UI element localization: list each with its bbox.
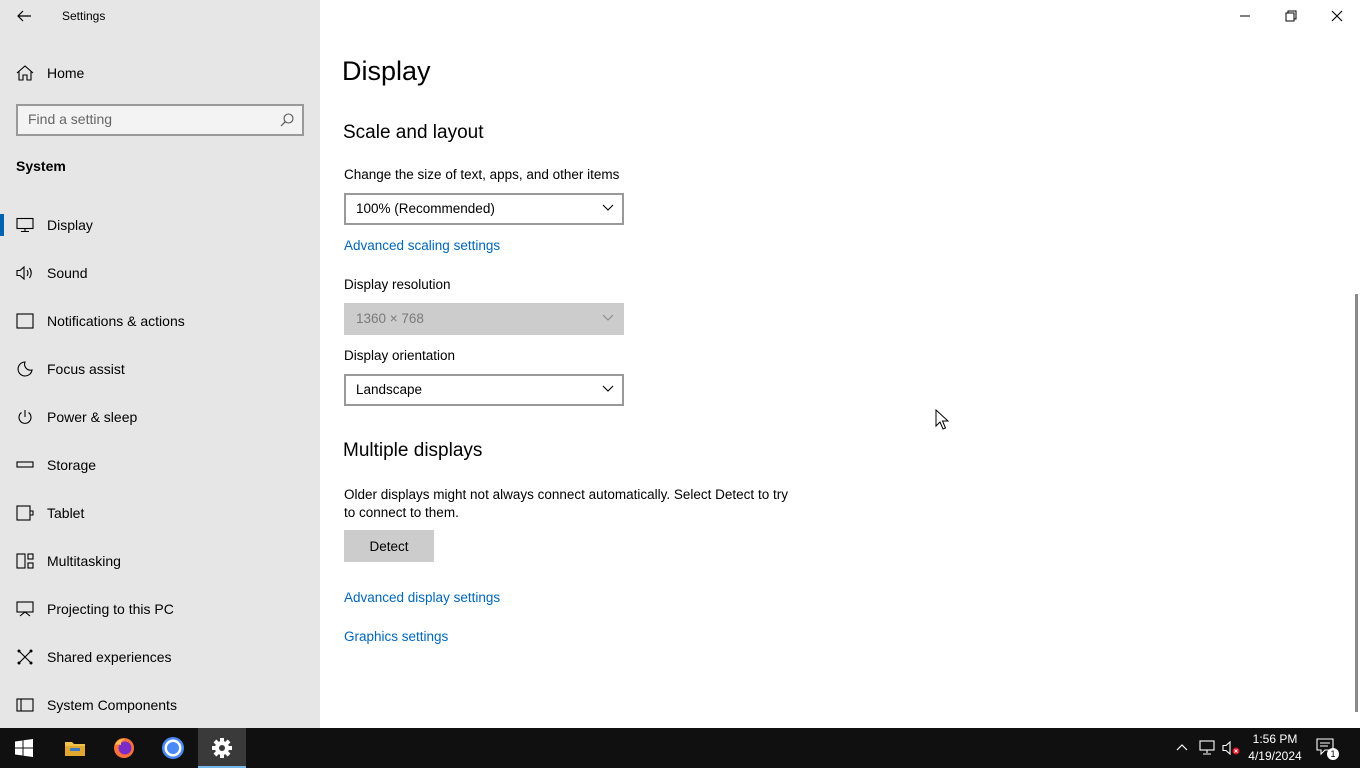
sidebar-item-notifications[interactable]: Notifications & actions [0, 301, 320, 341]
taskbar-settings[interactable] [198, 728, 246, 768]
sidebar-item-projecting[interactable]: Projecting to this PC [0, 589, 320, 629]
notification-icon [16, 313, 34, 329]
taskbar: 1:56 PM 4/19/2024 1 [0, 728, 1360, 768]
advanced-scaling-link[interactable]: Advanced scaling settings [344, 238, 500, 253]
taskbar-file-explorer[interactable] [51, 728, 99, 768]
monitor-icon [16, 217, 34, 233]
sidebar-item-label: Tablet [47, 505, 85, 521]
sidebar-item-focus-assist[interactable]: Focus assist [0, 349, 320, 389]
advanced-display-link[interactable]: Advanced display settings [344, 590, 500, 605]
speaker-icon [16, 265, 32, 281]
home-nav[interactable]: Home [0, 58, 320, 88]
sidebar-item-shared-experiences[interactable]: Shared experiences [0, 637, 320, 677]
start-button[interactable] [0, 728, 48, 768]
sidebar-item-label: Display [47, 217, 93, 233]
resolution-dropdown[interactable]: 1360 × 768 [344, 303, 624, 335]
sidebar-item-label: Storage [47, 457, 97, 473]
components-icon [16, 698, 34, 712]
tablet-icon [16, 505, 34, 521]
action-center-button[interactable]: 1 [1316, 738, 1340, 760]
resolution-value: 1360 × 768 [356, 311, 424, 326]
sidebar: Settings Home System Display Sound Notif [0, 0, 320, 728]
sidebar-item-sound[interactable]: Sound [0, 253, 320, 293]
close-icon [1331, 10, 1343, 22]
sidebar-item-label: System Components [47, 697, 177, 713]
mouse-cursor-icon [935, 409, 949, 430]
minimize-icon [1240, 15, 1250, 17]
search-icon[interactable] [280, 113, 294, 127]
search-input[interactable] [28, 111, 268, 127]
search-box[interactable] [16, 104, 304, 136]
scale-value: 100% (Recommended) [356, 201, 495, 216]
network-icon[interactable] [1198, 740, 1216, 756]
taskbar-firefox[interactable] [100, 728, 148, 768]
sidebar-item-label: Focus assist [47, 361, 125, 377]
clock-time: 1:56 PM [1252, 732, 1298, 746]
sidebar-item-label: Shared experiences [47, 649, 172, 665]
orientation-dropdown[interactable]: Landscape [344, 374, 624, 406]
chevron-down-icon [602, 204, 614, 211]
sidebar-item-label: Projecting to this PC [47, 601, 174, 617]
firefox-icon [114, 738, 134, 758]
taskbar-chrome[interactable] [149, 728, 197, 768]
chevron-down-icon [602, 385, 614, 392]
restore-button[interactable] [1268, 0, 1314, 32]
moon-icon [17, 361, 33, 377]
start-icon [15, 739, 33, 757]
minimize-button[interactable] [1222, 0, 1268, 32]
chevron-down-icon [602, 314, 614, 321]
storage-icon [16, 461, 34, 468]
sidebar-item-label: Notifications & actions [47, 313, 185, 329]
power-icon [18, 410, 32, 424]
sidebar-item-display[interactable]: Display [0, 205, 320, 245]
shared-icon [17, 649, 33, 665]
sidebar-item-label: Power & sleep [47, 409, 138, 425]
sidebar-item-power-sleep[interactable]: Power & sleep [0, 397, 320, 437]
volume-muted-icon[interactable] [1222, 740, 1240, 756]
page-title: Display [342, 56, 431, 86]
multiple-displays-heading: Multiple displays [343, 440, 483, 461]
sidebar-item-multitasking[interactable]: Multitasking [0, 541, 320, 581]
sidebar-item-label: Sound [47, 265, 88, 281]
chrome-icon [162, 737, 184, 759]
orientation-label: Display orientation [344, 348, 456, 363]
app-title: Settings [62, 9, 106, 23]
scale-dropdown[interactable]: 100% (Recommended) [344, 193, 624, 225]
orientation-value: Landscape [356, 382, 423, 397]
projecting-icon [16, 601, 34, 617]
detect-button[interactable]: Detect [344, 530, 434, 562]
sidebar-item-label: Multitasking [47, 553, 121, 569]
home-icon [16, 65, 34, 81]
restore-icon [1285, 10, 1297, 22]
file-explorer-icon [65, 742, 85, 756]
home-label: Home [47, 65, 85, 81]
taskbar-clock[interactable]: 1:56 PM 4/19/2024 [1240, 731, 1310, 765]
back-button[interactable] [12, 4, 36, 28]
multiple-displays-description: Older displays might not always connect … [344, 487, 788, 520]
chevron-up-icon[interactable] [1176, 742, 1188, 752]
back-arrow-icon [17, 10, 31, 22]
sidebar-item-tablet[interactable]: Tablet [0, 493, 320, 533]
sidebar-item-system-components[interactable]: System Components [0, 685, 320, 725]
close-button[interactable] [1314, 0, 1360, 32]
scrollbar[interactable] [1355, 294, 1358, 712]
graphics-settings-link[interactable]: Graphics settings [344, 629, 448, 644]
sidebar-item-storage[interactable]: Storage [0, 445, 320, 485]
scale-label: Change the size of text, apps, and other… [344, 167, 620, 182]
resolution-label: Display resolution [344, 277, 451, 292]
section-title: System [16, 158, 66, 174]
multitasking-icon [16, 553, 34, 569]
clock-date: 4/19/2024 [1248, 749, 1302, 763]
settings-icon [212, 738, 232, 758]
notification-count-badge: 1 [1327, 748, 1339, 760]
scale-layout-heading: Scale and layout [343, 122, 484, 143]
